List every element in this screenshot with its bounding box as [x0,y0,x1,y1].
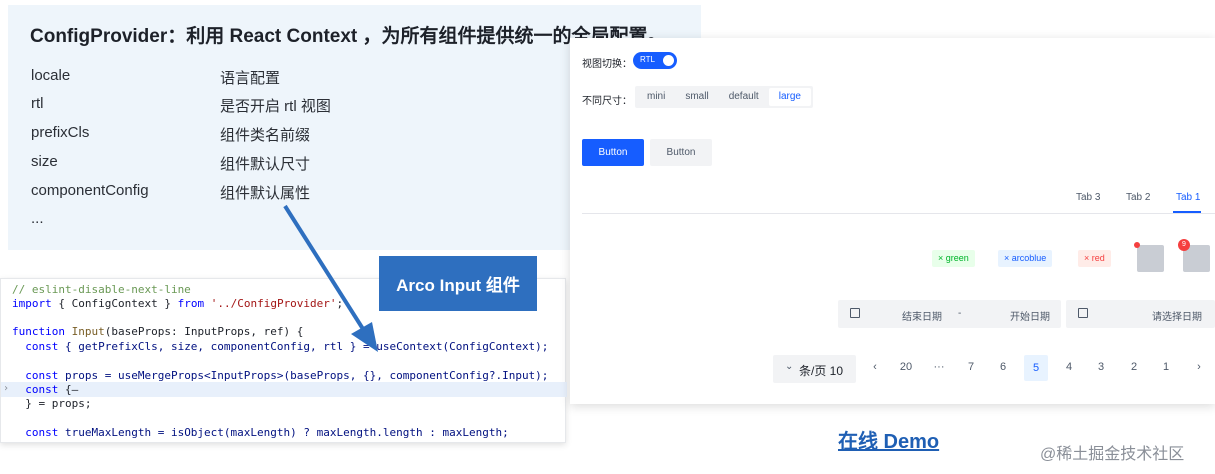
code-token: import [12,297,52,310]
primary-button[interactable]: Button [582,139,644,166]
tag-arcoblue[interactable]: × arcoblue [998,250,1053,267]
secondary-button[interactable]: Button [650,139,712,166]
tabs-divider [582,213,1215,214]
date-range-picker[interactable]: 结束日期 - 开始日期 [838,300,1061,328]
prop-name-prefixcls: prefixCls [31,124,90,141]
size-option-default[interactable]: default [719,88,769,106]
code-token: trueMaxLength = isObject(maxLength) ? ma… [58,426,509,439]
code-token: ; [336,297,344,310]
pagination-item[interactable]: 20 [894,361,918,373]
avatar [1137,245,1164,272]
code-token: { ConfigContext } [51,297,178,310]
range-end-input[interactable]: 结束日期 [902,308,942,323]
code-token: Input [64,325,105,338]
prop-desc-rtl: 是否开启 rtl 视图 [220,98,331,115]
tab-2[interactable]: Tab 2 [1126,192,1150,203]
tab-active-indicator [1173,211,1201,213]
size-label: 不同尺寸： [582,96,632,107]
code-token: const [12,369,59,382]
view-switch-label: 视图切换： [582,59,632,70]
code-line-6: const {– [12,383,78,397]
calendar-icon [1078,308,1088,318]
code-token: function [12,325,65,338]
prop-name-ellipsis: ... [31,210,44,227]
prop-desc-componentconfig: 组件默认属性 [220,185,311,202]
tab-3[interactable]: Tab 3 [1076,192,1100,203]
code-highlight-line [1,382,567,397]
code-token: { getPrefixCls, size, componentConfig, r… [58,340,549,353]
switch-knob [663,55,674,66]
rtl-switch-text: RTL [640,55,655,64]
arco-input-label: Arco Input 组件 [379,256,537,311]
date-picker-input[interactable]: 请选择日期 [1152,308,1202,323]
size-option-small[interactable]: small [675,88,718,106]
pagination-ellipsis[interactable]: ··· [927,361,951,373]
rtl-switch[interactable]: RTL [633,52,677,69]
code-line-8: const trueMaxLength = isObject(maxLength… [12,426,509,440]
calendar-icon [850,308,860,318]
pagination-item[interactable]: 2 [1122,361,1146,373]
tag-red[interactable]: × red [1078,250,1111,267]
range-start-input[interactable]: 开始日期 [1010,308,1050,323]
pagination-item[interactable]: 3 [1089,361,1113,373]
range-separator: - [958,308,962,319]
code-token: (baseProps: InputProps, ref) { [104,325,304,338]
code-line-1: // eslint-disable-next-line [12,283,191,296]
chevron-down-icon: ⌄ [785,361,794,372]
badge-count: 9 [1178,239,1190,251]
prop-desc-size: 组件默认尺寸 [220,156,311,173]
code-token: const [12,426,59,439]
prop-name-size: size [31,153,58,170]
code-token: props = useMergeProps<InputProps>(basePr… [58,369,549,382]
code-token: {– [58,383,79,396]
pagination-prev-icon[interactable]: ‹ [863,361,887,373]
code-token: '../ConfigProvider' [204,297,337,310]
code-line-5: const props = useMergeProps<InputProps>(… [12,369,548,383]
size-radio-group: mini small default large [635,86,813,108]
prop-desc-prefixcls: 组件类名前缀 [220,127,311,144]
code-line-3: function Input(baseProps: InputProps, re… [12,325,303,339]
code-line-7: } = props; [12,397,92,410]
online-demo-panel: 视图切换： RTL 不同尺寸： mini small default large… [570,38,1215,404]
pagination-next-icon[interactable]: › [1187,361,1211,373]
code-token: const [12,383,59,396]
fold-marker-icon[interactable]: › [3,383,9,394]
page-size-select[interactable]: ⌄ 条/页 10 [773,355,856,383]
watermark: @稀土掘金技术社区 [1040,446,1185,463]
prop-name-locale: locale [31,67,71,84]
online-demo-link[interactable]: 在线 Demo [838,425,939,454]
code-token: from [177,297,205,310]
pagination-item[interactable]: 6 [991,361,1015,373]
size-option-large[interactable]: large [768,88,811,106]
date-picker[interactable]: 请选择日期 [1066,300,1215,328]
pagination-item[interactable]: 7 [959,361,983,373]
prop-name-componentconfig: componentConfig [31,182,149,199]
prop-name-rtl: rtl [31,95,44,112]
prop-desc-locale: 语言配置 [220,70,281,87]
tag-green[interactable]: × green [932,250,975,267]
page-size-value: 条/页 10 [799,364,844,378]
size-option-mini[interactable]: mini [637,88,675,106]
code-line-4: const { getPrefixCls, size, componentCon… [12,340,548,354]
code-line-2: import { ConfigContext } from '../Config… [12,297,343,311]
tab-1[interactable]: Tab 1 [1176,192,1200,203]
pagination-item[interactable]: 1 [1154,361,1178,373]
pagination-item[interactable]: 4 [1057,361,1081,373]
badge-dot [1134,242,1140,248]
pagination-item-active[interactable]: 5 [1024,355,1048,381]
code-token: const [12,340,59,353]
